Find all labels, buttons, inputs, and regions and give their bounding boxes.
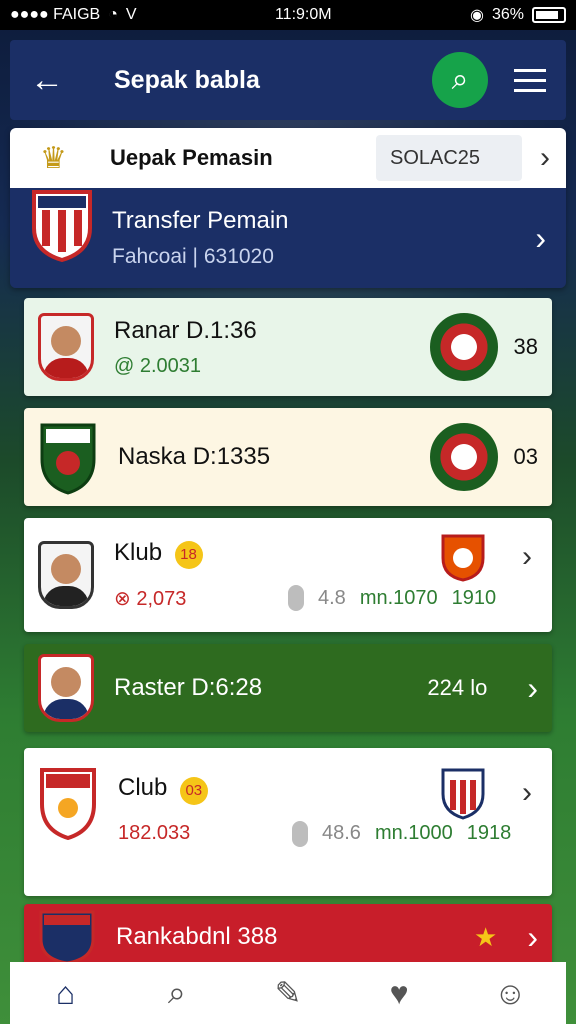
stat-primary: ⊗ 2,073: [114, 587, 187, 610]
wifi-icon: ◔: [108, 6, 118, 23]
location-icon: ◉: [469, 7, 484, 24]
card-main: Rankabdnl 388: [116, 923, 474, 951]
club-crest-icon: [40, 768, 96, 840]
club-crest-icon: [32, 190, 92, 262]
club-badge-icon: [429, 423, 498, 491]
favorite-icon[interactable]: ♥: [369, 975, 429, 1012]
search-icon: ⌕: [451, 63, 469, 96]
chevron-right-icon[interactable]: ›: [527, 670, 538, 707]
carrier-label: ●●●● FAIGB: [10, 6, 101, 23]
status-left: ●●●● FAIGB ◔ V: [10, 6, 137, 24]
star-icon: ★: [474, 921, 498, 952]
search-icon[interactable]: ⌕: [147, 974, 207, 1012]
signal-label: V: [125, 6, 137, 23]
stat-right: 1918: [466, 822, 512, 845]
code-input[interactable]: [376, 135, 522, 181]
chevron-right-icon[interactable]: ›: [522, 776, 532, 810]
chevron-right-icon[interactable]: ›: [522, 540, 532, 574]
card-main: Raster D:6:28: [114, 674, 411, 702]
card-main: Ranar D.1:36 @ 2.0031: [114, 317, 430, 378]
list-item[interactable]: Ranar D.1:36 @ 2.0031 38: [24, 298, 552, 396]
pill-icon: [292, 820, 308, 847]
card-value: 224 lo: [427, 675, 488, 700]
right-column: ›: [440, 532, 532, 582]
edit-icon[interactable]: ✎: [258, 974, 318, 1012]
card-title: Club: [118, 774, 168, 801]
transfer-panel: ♛ Uepak Pemasin › Transfer Pemain Fahcoa…: [10, 128, 566, 288]
profile-icon[interactable]: ☺: [480, 975, 540, 1012]
page-title: Sepak babla: [114, 65, 260, 94]
card-value: 38: [513, 334, 538, 359]
player-avatar: [38, 541, 94, 609]
clock: 11:9:0M: [274, 6, 332, 23]
club-crest-icon: [39, 910, 95, 965]
transfer-subtitle: Fahcoai | 631020: [112, 245, 274, 268]
stats-row: 182.033 48.6 mn.1000 1918: [118, 820, 538, 847]
hamburger-menu-icon[interactable]: [514, 68, 546, 92]
card-main: Naska D:1335: [118, 443, 430, 471]
back-arrow-icon[interactable]: ←: [30, 61, 90, 100]
home-icon[interactable]: ⌂: [36, 975, 96, 1012]
chevron-right-icon[interactable]: ›: [540, 141, 550, 175]
panel-top-row: ♛ Uepak Pemasin ›: [10, 128, 566, 188]
status-right: ◉ 36%: [470, 5, 566, 25]
stat-tertiary: mn.1000: [374, 822, 453, 845]
right-column: ›: [440, 766, 532, 820]
crown-icon: ♛: [40, 141, 67, 175]
transfer-title: Transfer Pemain: [112, 207, 289, 234]
count-badge: 18: [174, 541, 203, 570]
card-subtitle: @ 2.0031: [114, 354, 202, 377]
stat-tertiary: mn.1070: [359, 586, 438, 609]
stats-row: ⊗ 2,073 4.8 mn.1070 1910: [114, 585, 538, 612]
list-item[interactable]: Klub 18 ⊗ 2,073 4.8 mn.1070 1910 ›: [24, 518, 552, 632]
stat-right: 1910: [451, 586, 497, 609]
app-header: ← Sepak babla ⌕: [10, 40, 566, 120]
list-item[interactable]: Raster D:6:28 224 lo ›: [24, 644, 552, 732]
battery-icon: [531, 7, 566, 23]
count-badge: 03: [179, 776, 208, 805]
card-title: Klub: [114, 538, 163, 566]
status-bar: ●●●● FAIGB ◔ V 11:9:0M ◉ 36%: [0, 0, 576, 30]
list-item[interactable]: Naska D:1335 03: [24, 408, 552, 506]
stat-secondary: 4.8: [318, 586, 346, 609]
club-crest-icon: [40, 423, 96, 495]
battery-percent: 36%: [491, 6, 524, 23]
club-badge-icon: [429, 313, 498, 381]
chevron-right-icon[interactable]: ›: [535, 220, 546, 257]
card-title: Rankabdnl 388: [116, 923, 278, 950]
card-title: Raster D:6:28: [114, 674, 263, 701]
transfer-row[interactable]: Transfer Pemain Fahcoai | 631020 ›: [10, 188, 566, 288]
list-item[interactable]: Club 03 182.033 48.6 mn.1000 1918 ›: [24, 748, 552, 896]
club-crest-icon: [441, 534, 485, 582]
card-title: Naska D:1335: [118, 443, 271, 470]
panel-top-title: Uepak Pemasin: [110, 145, 273, 170]
card-value: 03: [513, 444, 538, 469]
stat-primary: 182.033: [118, 822, 191, 845]
card-title: Ranar D.1:36: [114, 316, 257, 344]
search-button[interactable]: ⌕: [432, 52, 488, 108]
player-avatar: [38, 313, 94, 381]
bottom-nav: ⌂ ⌕ ✎ ♥ ☺: [10, 962, 566, 1024]
chevron-right-icon[interactable]: ›: [527, 919, 538, 956]
list-item[interactable]: Rankabdnl 388 ★ ›: [24, 904, 552, 970]
player-avatar: [38, 654, 94, 722]
club-crest-icon: [441, 768, 485, 820]
stat-secondary: 48.6: [322, 822, 361, 845]
transfer-text: Transfer Pemain Fahcoai | 631020: [112, 207, 535, 269]
pill-icon: [288, 585, 304, 612]
